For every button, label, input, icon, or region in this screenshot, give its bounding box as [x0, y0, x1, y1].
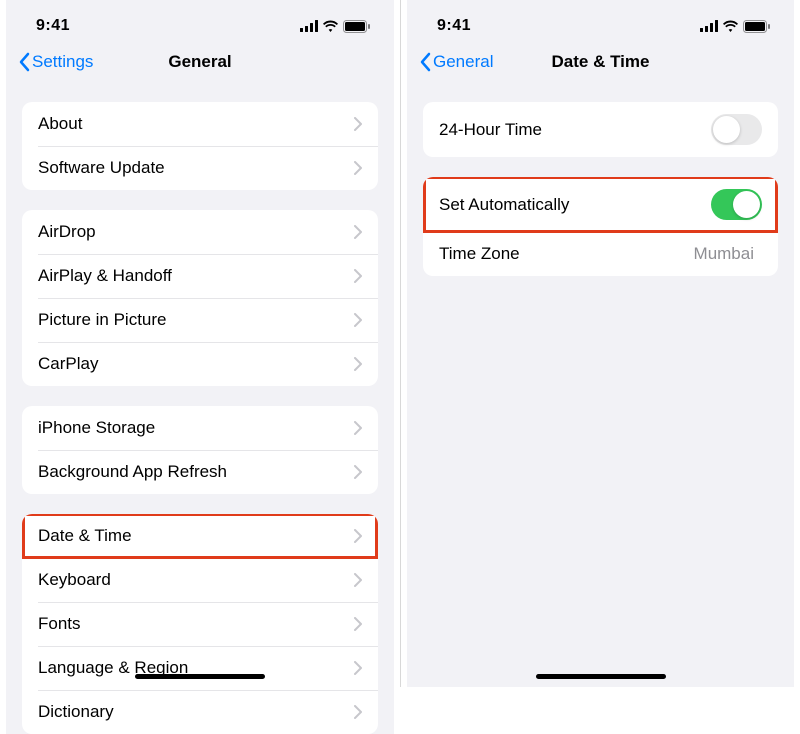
- back-label: General: [433, 52, 493, 72]
- toggle-set-automatically[interactable]: [711, 189, 762, 220]
- chevron-right-icon: [354, 313, 362, 327]
- chevron-right-icon: [354, 529, 362, 543]
- content: About Software Update AirDrop AirPlay & …: [6, 84, 394, 734]
- toggle-24-hour[interactable]: [711, 114, 762, 145]
- home-indicator[interactable]: [536, 674, 666, 679]
- content: 24-Hour Time Set Automatically Time Zone…: [407, 84, 794, 687]
- chevron-right-icon: [354, 421, 362, 435]
- chevron-right-icon: [354, 225, 362, 239]
- status-bar: 9:41: [6, 0, 394, 44]
- wifi-icon: [722, 20, 739, 32]
- status-time: 9:41: [36, 17, 70, 35]
- row-pip[interactable]: Picture in Picture: [22, 298, 378, 342]
- chevron-right-icon: [354, 117, 362, 131]
- row-background-app-refresh[interactable]: Background App Refresh: [22, 450, 378, 494]
- row-about[interactable]: About: [22, 102, 378, 146]
- row-label: iPhone Storage: [38, 418, 354, 438]
- row-value: Mumbai: [694, 244, 754, 264]
- status-icons: [300, 20, 370, 33]
- group-auto: Set Automatically Time Zone Mumbai: [423, 177, 778, 276]
- chevron-right-icon: [354, 705, 362, 719]
- home-indicator[interactable]: [135, 674, 265, 679]
- row-label: Background App Refresh: [38, 462, 354, 482]
- group-about: About Software Update: [22, 102, 378, 190]
- cellular-icon: [700, 20, 718, 32]
- row-date-time[interactable]: Date & Time: [22, 514, 378, 558]
- chevron-left-icon: [419, 52, 431, 72]
- row-label: Picture in Picture: [38, 310, 354, 330]
- chevron-right-icon: [354, 661, 362, 675]
- row-label: CarPlay: [38, 354, 354, 374]
- row-label: About: [38, 114, 354, 134]
- row-airplay[interactable]: AirPlay & Handoff: [22, 254, 378, 298]
- chevron-right-icon: [354, 465, 362, 479]
- row-carplay[interactable]: CarPlay: [22, 342, 378, 386]
- chevron-right-icon: [354, 617, 362, 631]
- back-button[interactable]: General: [419, 52, 493, 72]
- screen: 9:41 General Date & Time 24-Hour Time: [407, 0, 794, 687]
- group-24hour: 24-Hour Time: [423, 102, 778, 157]
- row-label: Date & Time: [38, 526, 354, 546]
- chevron-right-icon: [354, 357, 362, 371]
- nav-bar: Settings General: [6, 44, 394, 84]
- row-airdrop[interactable]: AirDrop: [22, 210, 378, 254]
- row-label: Set Automatically: [439, 195, 711, 215]
- row-dictionary[interactable]: Dictionary: [22, 690, 378, 734]
- phone-right: 9:41 General Date & Time 24-Hour Time: [400, 0, 800, 687]
- group-airdrop: AirDrop AirPlay & Handoff Picture in Pic…: [22, 210, 378, 386]
- row-label: AirPlay & Handoff: [38, 266, 354, 286]
- battery-icon: [343, 20, 370, 33]
- row-keyboard[interactable]: Keyboard: [22, 558, 378, 602]
- status-time: 9:41: [437, 17, 471, 35]
- chevron-right-icon: [354, 573, 362, 587]
- row-label: Dictionary: [38, 702, 354, 722]
- wifi-icon: [322, 20, 339, 32]
- status-bar: 9:41: [407, 0, 794, 44]
- chevron-right-icon: [354, 269, 362, 283]
- phone-left: 9:41 Settings General About Software: [0, 0, 400, 687]
- nav-bar: General Date & Time: [407, 44, 794, 84]
- chevron-left-icon: [18, 52, 30, 72]
- row-time-zone[interactable]: Time Zone Mumbai: [423, 232, 778, 276]
- back-label: Settings: [32, 52, 93, 72]
- row-label: AirDrop: [38, 222, 354, 242]
- row-label: 24-Hour Time: [439, 120, 711, 140]
- cellular-icon: [300, 20, 318, 32]
- row-label: Keyboard: [38, 570, 354, 590]
- row-software-update[interactable]: Software Update: [22, 146, 378, 190]
- battery-icon: [743, 20, 770, 33]
- row-label: Time Zone: [439, 244, 694, 264]
- screen: 9:41 Settings General About Software: [6, 0, 394, 734]
- row-set-automatically: Set Automatically: [423, 177, 778, 232]
- back-button[interactable]: Settings: [18, 52, 93, 72]
- status-icons: [700, 20, 770, 33]
- group-datetime: Date & Time Keyboard Fonts Language & Re…: [22, 514, 378, 734]
- chevron-right-icon: [354, 161, 362, 175]
- row-label: Fonts: [38, 614, 354, 634]
- row-iphone-storage[interactable]: iPhone Storage: [22, 406, 378, 450]
- row-language-region[interactable]: Language & Region: [22, 646, 378, 690]
- row-24-hour-time: 24-Hour Time: [423, 102, 778, 157]
- row-label: Software Update: [38, 158, 354, 178]
- group-storage: iPhone Storage Background App Refresh: [22, 406, 378, 494]
- row-fonts[interactable]: Fonts: [22, 602, 378, 646]
